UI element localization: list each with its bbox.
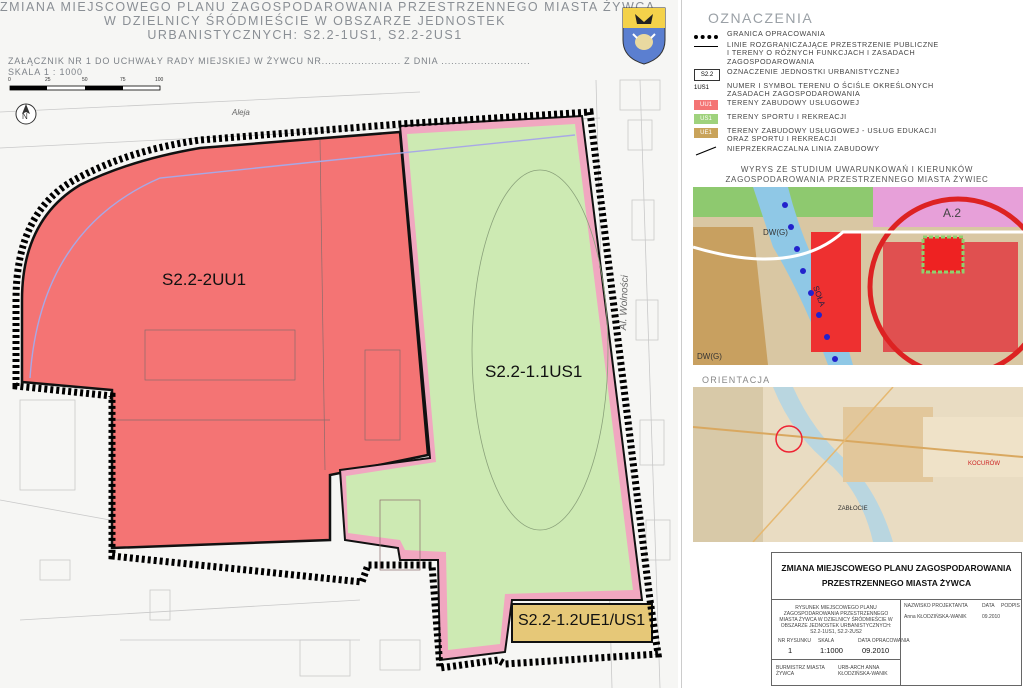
zone-label-education: S2.2-1.2UE1/US1 bbox=[518, 612, 646, 629]
services-swatch: UU1 bbox=[694, 100, 718, 110]
designer-name: Anna KŁODZIŃSKA-WANIK bbox=[904, 614, 967, 620]
legend-item-unit: S2.2 OZNACZENIE JEDNOSTKI URBANISTYCZNEJ bbox=[690, 67, 1020, 82]
col-header-date: DATA bbox=[982, 603, 995, 609]
legend-item-text: NUMER I SYMBOL TERENU O ŚCIŚLE OKREŚLONY… bbox=[727, 81, 934, 99]
line-symbol-icon bbox=[694, 46, 718, 47]
number-code-box: 1US1 bbox=[694, 85, 710, 91]
orientation-label-zablocie: ZABŁOCIE bbox=[838, 506, 868, 512]
scale-bar bbox=[9, 85, 161, 91]
unit-code-box: S2.2 bbox=[694, 69, 720, 81]
map-canvas: N bbox=[0, 79, 671, 688]
legend-item-sport: US1 TERENY SPORTU I REKREACJI bbox=[690, 112, 1020, 127]
designer-date: 09.2010 bbox=[982, 614, 1001, 620]
plan-title-line-2: W DZIELNICY ŚRÓDMIEŚCIE W OBSZARZE JEDNO… bbox=[104, 14, 506, 28]
drawing-description: RYSUNEK MIEJSCOWEGO PLANU ZAGOSPODAROWAN… bbox=[779, 605, 893, 635]
small-header-drawing-no: NR RYSUNKU bbox=[778, 638, 811, 644]
sport-swatch: US1 bbox=[694, 114, 718, 124]
legend-item-lines: LINIE ROZGRANICZAJĄCE PRZESTRZENIE PUBLI… bbox=[690, 40, 1020, 66]
drawing-scale: 1:1000 bbox=[820, 646, 843, 655]
orientation-map[interactable]: KOCURÓW ZABŁOCIE bbox=[693, 387, 1023, 542]
plan-map[interactable]: N ZMIANA MIEJSCOWEGO PLANU ZAGOSPODAROWA… bbox=[0, 0, 678, 688]
legend-item-text: LINIE ROZGRANICZAJĄCE PRZESTRZENIE PUBLI… bbox=[727, 40, 939, 66]
drawing-date: 09.2010 bbox=[862, 646, 890, 655]
study-label-dwg-top: DW(G) bbox=[763, 228, 788, 237]
north-arrow-icon: N bbox=[15, 103, 37, 125]
title-block-divider-2 bbox=[772, 659, 900, 660]
title-block: ZMIANA MIEJSCOWEGO PLANU ZAGOSPODAROWANI… bbox=[771, 552, 1022, 686]
legend-item-text: NIEPRZEKRACZALNA LINIA ZABUDOWY bbox=[727, 144, 880, 153]
street-label-wolnosci: Al. Wolności bbox=[618, 275, 631, 331]
study-map[interactable]: A.2 DW(G) SOŁA DW(G) bbox=[693, 187, 1023, 365]
zone-label-services: S2.2-2UU1 bbox=[162, 270, 247, 289]
plan-title: ZMIANA MIEJSCOWEGO PLANU ZAGOSPODAROWANI… bbox=[0, 0, 656, 42]
legend-item-text: TERENY ZABUDOWY USŁUGOWEJ bbox=[727, 98, 860, 107]
scalebar-tick-50: 50 bbox=[82, 77, 88, 83]
scale-text: SKALA 1 : 1000 bbox=[8, 67, 83, 77]
title-block-heading: ZMIANA MIEJSCOWEGO PLANU ZAGOSPODAROWANI… bbox=[772, 561, 1021, 591]
building-line-icon bbox=[695, 146, 717, 156]
zone-label-sport: S2.2-1.1US1 bbox=[485, 362, 583, 381]
study-title: WYRYS ZE STUDIUM UWARUNKOWAŃ I KIERUNKÓW… bbox=[725, 165, 989, 184]
study-label-a2: A.2 bbox=[943, 206, 961, 220]
orientation-title: ORIENTACJA bbox=[702, 375, 771, 385]
drawing-number: 1 bbox=[788, 646, 793, 655]
title-block-line-1: ZMIANA MIEJSCOWEGO PLANU ZAGOSPODAROWANI… bbox=[781, 563, 1012, 573]
small-header-date: DATA OPRACOWANIA bbox=[858, 638, 910, 644]
legend-item-text: GRANICA OPRACOWANIA bbox=[727, 29, 826, 38]
legend-item-text: TERENY SPORTU I REKREACJI bbox=[727, 112, 847, 121]
contractor-name: URB-ARCH ANNA KŁODZIŃSKA-WANIK bbox=[838, 665, 888, 677]
scalebar-tick-75: 75 bbox=[120, 77, 126, 83]
orientation-label-kocurow: KOCURÓW bbox=[968, 460, 1000, 467]
col-header-signature: PODPIS bbox=[1001, 603, 1020, 609]
small-header-scale: SKALA bbox=[818, 638, 835, 644]
plan-title-line-1: ZMIANA MIEJSCOWEGO PLANU ZAGOSPODAROWANI… bbox=[0, 0, 656, 14]
legend-title: OZNACZENIA bbox=[708, 10, 814, 26]
legend-item-education: UE1 TERENY ZABUDOWY USŁUGOWEJ - USŁUG ED… bbox=[690, 126, 1020, 145]
title-block-divider bbox=[772, 599, 1021, 600]
col-header-designer: NAZWISKO PROJEKTANTA bbox=[904, 603, 968, 609]
scalebar-tick-0: 0 bbox=[8, 77, 11, 83]
scalebar-tick-25: 25 bbox=[45, 77, 51, 83]
title-block-line-2: PRZESTRZENNEGO MIASTA ŻYWCA bbox=[821, 578, 972, 588]
study-label-dwg-bottom: DW(G) bbox=[697, 352, 722, 361]
street-label-aleja: Aleja bbox=[232, 108, 250, 117]
svg-text:N: N bbox=[22, 112, 28, 121]
city-crest-icon bbox=[622, 7, 666, 65]
legend-item-text: TERENY ZABUDOWY USŁUGOWEJ - USŁUG EDUKAC… bbox=[727, 126, 937, 144]
plan-title-line-3: URBANISTYCZNYCH: S2.2-1US1, S2.2-2US1 bbox=[147, 28, 463, 42]
legend-item-services: UU1 TERENY ZABUDOWY USŁUGOWEJ bbox=[690, 98, 1020, 113]
legend-item-building-line: NIEPRZEKRACZALNA LINIA ZABUDOWY bbox=[690, 144, 1020, 159]
scalebar-tick-100: 100 bbox=[155, 77, 164, 83]
boundary-symbol-icon bbox=[694, 35, 718, 39]
attachment-text: ZAŁĄCZNIK NR 1 DO UCHWAŁY RADY MIEJSKIEJ… bbox=[8, 56, 531, 66]
legend-item-text: OZNACZENIE JEDNOSTKI URBANISTYCZNEJ bbox=[727, 67, 900, 76]
education-swatch: UE1 bbox=[694, 128, 718, 138]
client-name: BURMISTRZ MIASTA ŻYWCA bbox=[776, 665, 825, 677]
